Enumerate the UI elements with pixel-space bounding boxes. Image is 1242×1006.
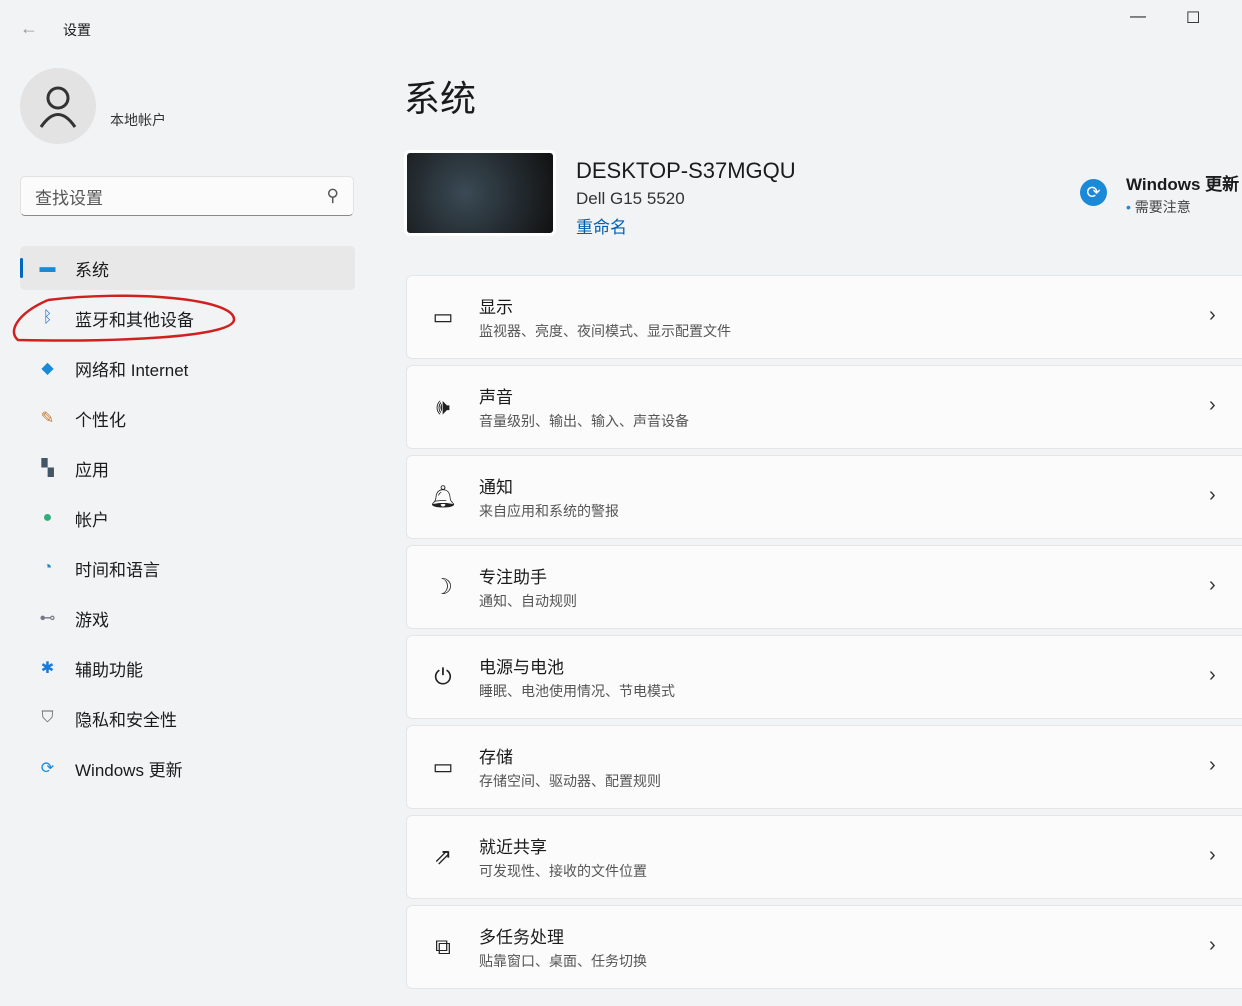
search-placeholder: 查找设置 <box>35 184 103 209</box>
settings-card-2[interactable]: 🔔︎通知来自应用和系统的警报 › <box>406 455 1242 539</box>
speaker-icon: 🕪 <box>407 394 479 420</box>
monitor-icon: ▬ <box>20 259 75 277</box>
sidebar-item-label: 辅助功能 <box>75 656 143 681</box>
card-title: 存储 <box>479 743 661 768</box>
card-title: 通知 <box>479 473 619 498</box>
update-status: • 需要注意 <box>1126 197 1191 217</box>
account-type: 本地帐户 <box>110 110 166 130</box>
sidebar-item-label: 网络和 Internet <box>75 356 188 381</box>
power-icon: ⏻ <box>407 664 479 690</box>
shield-icon: ⛉ <box>20 709 75 727</box>
card-subtitle: 存储空间、驱动器、配置规则 <box>479 771 661 791</box>
device-wallpaper-thumbnail <box>404 150 556 236</box>
account-icon: ● <box>20 509 75 527</box>
globe-clock-icon: ◔ <box>20 559 75 577</box>
sidebar-item-6[interactable]: ◔时间和语言 <box>20 546 355 590</box>
chevron-right-icon: › <box>1209 484 1216 507</box>
card-subtitle: 来自应用和系统的警报 <box>479 501 619 521</box>
chevron-right-icon: › <box>1209 304 1216 327</box>
bell-icon: 🔔︎ <box>407 484 479 510</box>
share-icon: ⇗ <box>407 844 479 870</box>
card-title: 电源与电池 <box>479 653 675 678</box>
sidebar-item-label: 系统 <box>75 256 109 281</box>
card-subtitle: 音量级别、输出、输入、声音设备 <box>479 411 689 431</box>
search-icon: ⚲ <box>327 186 339 206</box>
chevron-right-icon: › <box>1209 754 1216 777</box>
sidebar-item-label: 应用 <box>75 456 109 481</box>
apps-icon: ▚ <box>20 458 75 478</box>
sidebar-item-10[interactable]: ⟳Windows 更新 <box>20 746 355 790</box>
settings-card-4[interactable]: ⏻电源与电池睡眠、电池使用情况、节电模式 › <box>406 635 1242 719</box>
settings-card-0[interactable]: ▭显示监视器、亮度、夜间模式、显示配置文件 › <box>406 275 1242 359</box>
settings-card-1[interactable]: 🕪声音音量级别、输出、输入、声音设备 › <box>406 365 1242 449</box>
sidebar-item-label: 隐私和安全性 <box>75 706 177 731</box>
sidebar-item-label: 游戏 <box>75 606 109 631</box>
card-subtitle: 监视器、亮度、夜间模式、显示配置文件 <box>479 321 731 341</box>
card-subtitle: 睡眠、电池使用情况、节电模式 <box>479 681 675 701</box>
sidebar-item-2[interactable]: ◆网络和 Internet <box>20 346 355 390</box>
settings-card-3[interactable]: ☽专注助手通知、自动规则 › <box>406 545 1242 629</box>
sidebar-item-label: 时间和语言 <box>75 556 160 581</box>
user-icon <box>38 84 78 128</box>
brush-icon: ✎ <box>20 408 75 428</box>
red-circle-annotation <box>8 292 240 344</box>
device-model: Dell G15 5520 <box>576 189 685 209</box>
window-title: 设置 <box>63 20 91 40</box>
maximize-button[interactable]: ☐ <box>1186 8 1200 28</box>
card-title: 声音 <box>479 383 689 408</box>
card-title: 专注助手 <box>479 563 577 588</box>
sidebar-item-label: 个性化 <box>75 406 126 431</box>
moon-icon: ☽ <box>407 574 479 600</box>
card-title: 多任务处理 <box>479 923 647 948</box>
update-icon: ⟳ <box>1080 179 1107 206</box>
selection-indicator <box>20 258 23 278</box>
card-title: 就近共享 <box>479 833 647 858</box>
card-subtitle: 通知、自动规则 <box>479 591 577 611</box>
settings-card-5[interactable]: ▭存储存储空间、驱动器、配置规则 › <box>406 725 1242 809</box>
search-input[interactable]: 查找设置 ⚲ <box>20 176 354 216</box>
storage-icon: ▭ <box>407 754 479 780</box>
sidebar-item-0[interactable]: ▬系统 <box>20 246 355 290</box>
chevron-right-icon: › <box>1209 394 1216 417</box>
display-icon: ▭ <box>407 304 479 330</box>
device-name: DESKTOP-S37MGQU <box>576 158 796 184</box>
accessibility-icon: ✱ <box>20 658 75 678</box>
sidebar-item-label: 帐户 <box>75 506 109 531</box>
chevron-right-icon: › <box>1209 934 1216 957</box>
back-button[interactable]: ← <box>20 18 38 39</box>
sidebar-item-4[interactable]: ▚应用 <box>20 446 355 490</box>
sidebar-item-7[interactable]: ⊷游戏 <box>20 596 355 640</box>
rename-link[interactable]: 重命名 <box>576 213 627 238</box>
minimize-button[interactable]: — <box>1130 8 1146 26</box>
multitask-icon: ⧉ <box>407 934 479 960</box>
chevron-right-icon: › <box>1209 664 1216 687</box>
card-title: 显示 <box>479 293 731 318</box>
wifi-icon: ◆ <box>20 358 75 378</box>
settings-card-7[interactable]: ⧉多任务处理贴靠窗口、桌面、任务切换 › <box>406 905 1242 989</box>
gamepad-icon: ⊷ <box>20 608 75 628</box>
windows-update-link[interactable]: Windows 更新 <box>1126 170 1239 195</box>
sidebar-item-9[interactable]: ⛉隐私和安全性 <box>20 696 355 740</box>
chevron-right-icon: › <box>1209 844 1216 867</box>
card-subtitle: 贴靠窗口、桌面、任务切换 <box>479 951 647 971</box>
sidebar-item-label: Windows 更新 <box>75 756 183 781</box>
page-title: 系统 <box>404 70 476 122</box>
avatar[interactable] <box>20 68 96 144</box>
update-icon: ⟳ <box>20 758 75 778</box>
sidebar-item-5[interactable]: ●帐户 <box>20 496 355 540</box>
settings-card-6[interactable]: ⇗就近共享可发现性、接收的文件位置 › <box>406 815 1242 899</box>
sidebar-item-8[interactable]: ✱辅助功能 <box>20 646 355 690</box>
card-subtitle: 可发现性、接收的文件位置 <box>479 861 647 881</box>
chevron-right-icon: › <box>1209 574 1216 597</box>
sidebar-item-3[interactable]: ✎个性化 <box>20 396 355 440</box>
